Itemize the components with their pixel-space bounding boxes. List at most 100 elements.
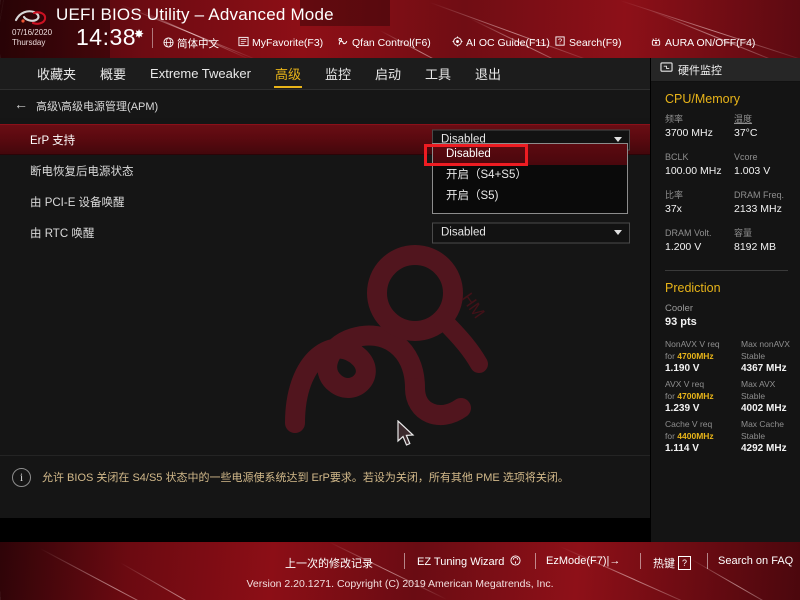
setting-row[interactable]: 由 RTC 唤醒 Disabled [0, 217, 650, 248]
nav-tab-0[interactable]: 收藏夹 [36, 60, 77, 88]
nav-tab-label: Extreme Tweaker [150, 66, 251, 81]
combobox-value: Disabled [441, 226, 486, 239]
bios-screen: UEFI BIOS Utility – Advanced Mode 07/16/… [0, 0, 800, 600]
prediction-key: Max AVX [741, 379, 776, 389]
footer-search-faq[interactable]: Search on FAQ [718, 555, 793, 567]
setting-combobox[interactable]: Disabled [432, 222, 630, 243]
header-tool-aura[interactable]: AURA ON/OFF(F4) [650, 36, 755, 50]
question-key-icon: ? [678, 556, 692, 570]
hardware-monitor-title: 硬件监控 [678, 64, 722, 77]
footer-ezmode[interactable]: EzMode(F7)|→ [546, 555, 620, 567]
breadcrumb-bar: ← 高级\高级电源管理(APM) [0, 90, 650, 118]
nav-tab-4[interactable]: 监控 [324, 60, 352, 88]
favorite-icon [238, 36, 249, 50]
footer-hotkeys[interactable]: 热键? [653, 555, 692, 571]
setting-label: 由 RTC 唤醒 [30, 227, 95, 240]
prediction-key: for 4700MHz [665, 351, 714, 361]
footer-label: EZ Tuning Wizard [417, 556, 505, 568]
nav-tab-3[interactable]: 高级 [273, 60, 302, 88]
monitor-value: 3700 MHz [665, 127, 713, 139]
version-string: Version 2.20.1271. Copyright (C) 2019 Am… [246, 578, 554, 590]
dropdown-option[interactable]: 开启（S5) [433, 186, 627, 207]
gear-icon[interactable]: ✸ [134, 27, 144, 41]
footer-ez-tuning-wizard[interactable]: EZ Tuning Wizard [417, 555, 522, 568]
fan-icon [337, 36, 349, 50]
monitor-value: 2133 MHz [734, 203, 782, 215]
footer-label: 热键 [653, 558, 675, 570]
chevron-down-icon[interactable] [614, 230, 622, 235]
prediction-key: Stable [741, 351, 766, 361]
globe-icon [163, 37, 174, 51]
wizard-icon [510, 555, 522, 568]
nav-tab-label: 高级 [274, 67, 301, 82]
header-tool-label: 简体中文 [177, 38, 219, 50]
prediction-key: Max nonAVX [741, 339, 790, 349]
prediction-key: Max Cache [741, 419, 784, 429]
prediction-key: Stable [741, 391, 766, 401]
monitor-key: DRAM Volt. [665, 228, 712, 238]
prediction-key: for 4400MHz [665, 431, 714, 441]
svg-text:HM: HM [458, 289, 489, 322]
cooler-value: 93 pts [665, 316, 697, 328]
prediction-key: AVX V req [665, 379, 705, 389]
monitor-key: DRAM Freq. [734, 190, 785, 200]
footer-last-modified[interactable]: 上一次的修改记录 [285, 555, 373, 571]
monitor-icon [660, 61, 673, 79]
hardware-monitor-header: 硬件监控 [651, 58, 800, 82]
monitor-value: 1.003 V [734, 165, 771, 177]
rog-logo-icon [14, 8, 48, 28]
nav-tab-5[interactable]: 启动 [374, 60, 402, 88]
header-tool-search[interactable]: ? Search(F9) [555, 36, 622, 50]
monitor-value: 37°C [734, 127, 758, 139]
monitor-key: BCLK [665, 152, 689, 162]
prediction-value: 1.114 V [665, 443, 699, 454]
header-bar: UEFI BIOS Utility – Advanced Mode 07/16/… [0, 0, 800, 58]
prediction-key: NonAVX V req [665, 339, 720, 349]
header-tool-qfan[interactable]: Qfan Control(F6) [337, 36, 431, 50]
setting-label: 断电恢复后电源状态 [30, 165, 134, 178]
footer-bar: 上一次的修改记录 EZ Tuning Wizard EzMode(F7)|→ 热… [0, 542, 800, 600]
prediction-key: for 4700MHz [665, 391, 714, 401]
chevron-down-icon[interactable] [614, 137, 622, 142]
prediction-value: 4292 MHz [741, 443, 787, 454]
breadcrumb: 高级\高级电源管理(APM) [36, 101, 159, 113]
cpu-memory-section-title: CPU/Memory [665, 92, 741, 106]
cooler-label: Cooler [665, 303, 693, 314]
prediction-value: 4002 MHz [741, 403, 787, 414]
help-note-bar: i 允许 BIOS 关闭在 S4/S5 状态中的一些电源使系统达到 ErP要求。… [0, 455, 650, 517]
prediction-values: NonAVX V req Max nonAVX for 4700MHz Stable 1… [651, 338, 800, 458]
prediction-value: 4367 MHz [741, 363, 787, 374]
prediction-row: NonAVX V req Max nonAVX for 4700MHz Stable 1… [651, 338, 800, 378]
annotation-highlight-box [424, 144, 528, 166]
aura-icon [650, 36, 662, 50]
monitor-value: 100.00 MHz [665, 165, 722, 177]
header-tool-language[interactable]: 简体中文 [163, 36, 219, 51]
main-nav: 收藏夹 概要 Extreme Tweaker 高级 监控 启动 工具 退出 [0, 58, 650, 90]
nav-tab-label: 工具 [425, 67, 452, 82]
nav-tab-2[interactable]: Extreme Tweaker [149, 62, 252, 86]
nav-tab-6[interactable]: 工具 [424, 60, 452, 88]
hardware-monitor-panel: 硬件监控 CPU/Memory 频率 温度 3700 MHz 37°C BCLK Vcor… [650, 58, 800, 542]
nav-tab-7[interactable]: 退出 [474, 60, 502, 88]
header-tool-aioc[interactable]: AI OC Guide(F11) [452, 36, 550, 50]
search-icon: ? [555, 36, 566, 50]
prediction-key: Cache V req [665, 419, 713, 429]
header-tool-label: AURA ON/OFF(F4) [665, 37, 756, 49]
monitor-key: 容量 [734, 228, 753, 238]
ai-chip-icon [452, 36, 463, 50]
weekday-value: Thursday [12, 38, 46, 47]
monitor-value: 1.200 V [665, 241, 702, 253]
nav-tab-1[interactable]: 概要 [99, 60, 127, 88]
header-tool-myfavorite[interactable]: MyFavorite(F3) [238, 36, 323, 50]
arrow-left-icon[interactable]: ← [14, 96, 28, 112]
setting-label: ErP 支持 [30, 134, 76, 147]
header-tool-label: Search(F9) [569, 37, 622, 49]
prediction-key: Stable [741, 431, 766, 441]
nav-tab-label: 监控 [324, 67, 351, 82]
mouse-pointer-icon [396, 419, 418, 453]
monitor-value: 37x [665, 203, 682, 215]
nav-tab-label: 收藏夹 [37, 67, 77, 82]
header-tool-label: MyFavorite(F3) [252, 37, 324, 49]
dropdown-option[interactable]: 开启（S4+S5） [433, 165, 627, 186]
prediction-row: AVX V req Max AVX for 4700MHz Stable 1.239 V… [651, 378, 800, 418]
